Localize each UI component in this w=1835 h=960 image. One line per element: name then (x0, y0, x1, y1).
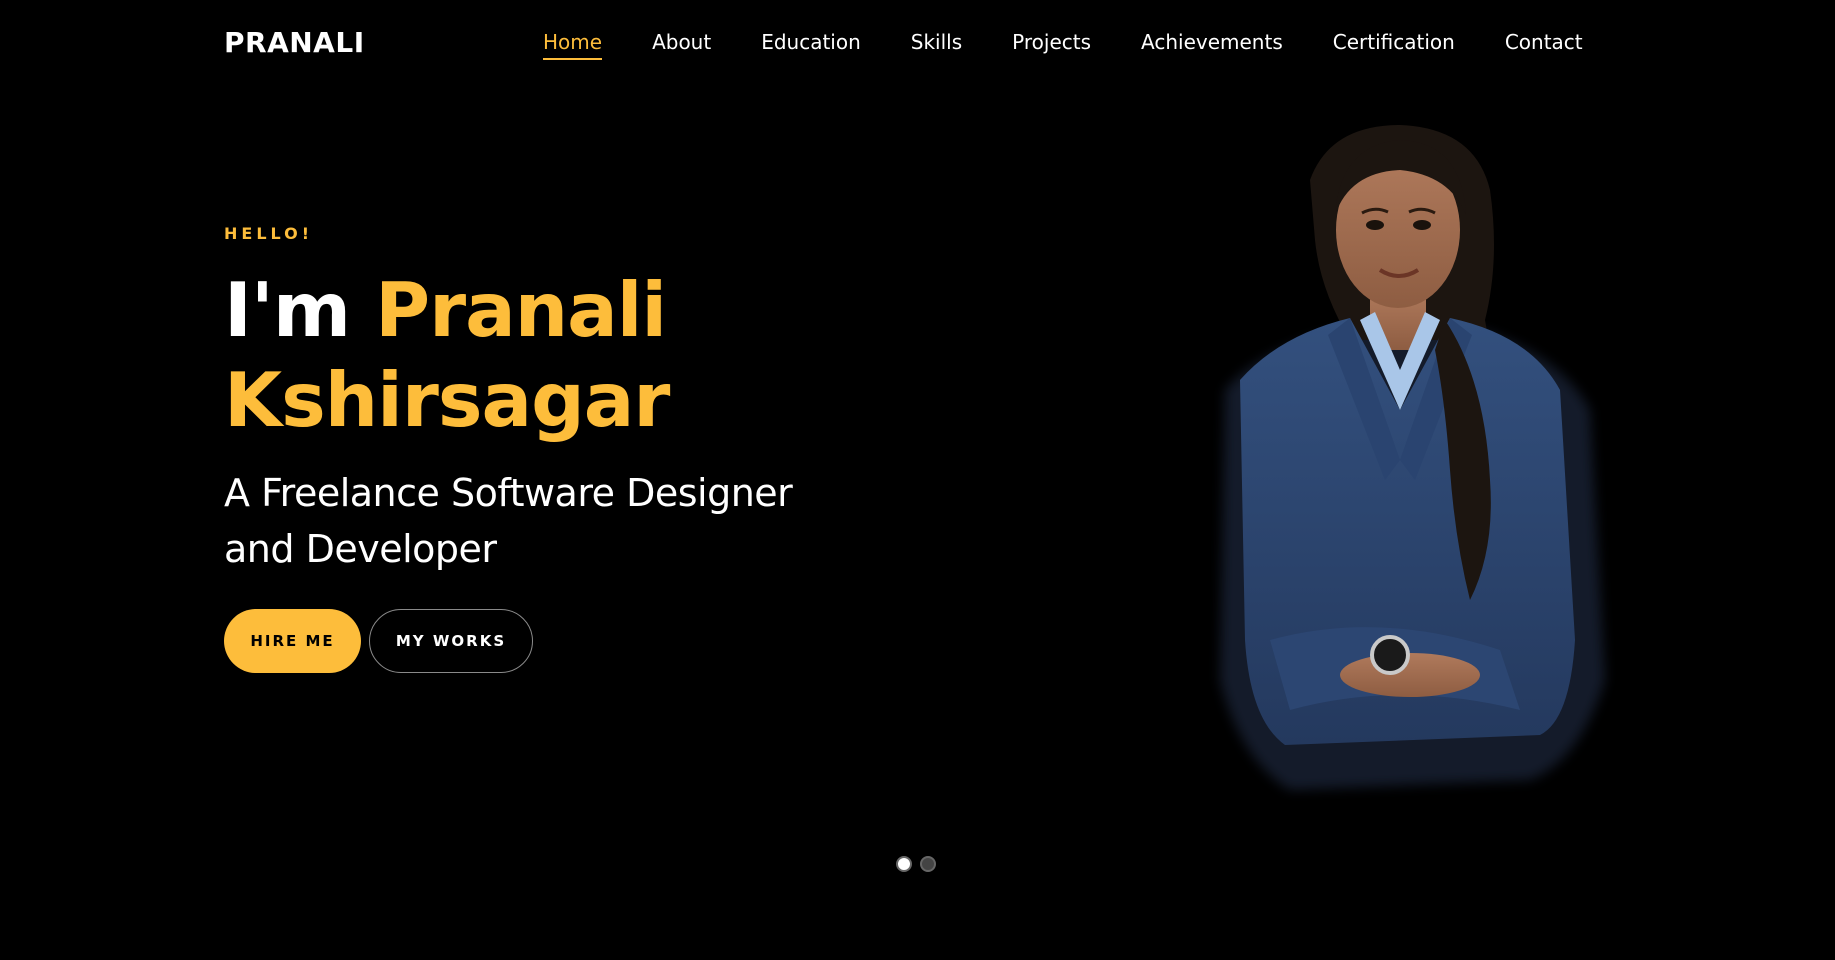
nav-certification[interactable]: Certification (1333, 30, 1455, 60)
nav-skills[interactable]: Skills (911, 30, 962, 60)
eye-right (1413, 220, 1431, 230)
brand-logo[interactable]: PRANALI (224, 26, 365, 59)
hero-headline: I'm Pranali Kshirsagar (224, 265, 924, 445)
nav-contact[interactable]: Contact (1505, 30, 1583, 60)
hire-me-button[interactable]: HIRE ME (224, 609, 361, 673)
headline-first-name: Pranali (375, 266, 667, 354)
nav-projects[interactable]: Projects (1012, 30, 1091, 60)
hero-buttons: HIRE ME MY WORKS (224, 609, 924, 673)
subtitle-line-2: and Developer (224, 527, 497, 571)
nav-home[interactable]: Home (543, 30, 603, 60)
hands-shape (1340, 653, 1480, 697)
nav-about[interactable]: About (652, 30, 711, 60)
eye-left (1366, 220, 1384, 230)
hero-subtitle: A Freelance Software Designer and Develo… (224, 465, 924, 577)
nav-education[interactable]: Education (761, 30, 861, 60)
headline-im: I'm (224, 266, 351, 354)
headline-last-name: Kshirsagar (224, 356, 670, 444)
profile-photo (1220, 125, 1605, 790)
site-header: PRANALI Home About Education Skills Proj… (0, 0, 1835, 90)
hero-page: PRANALI Home About Education Skills Proj… (0, 0, 1835, 960)
hero-greeting: HELLO! (224, 224, 314, 243)
watch-icon (1370, 635, 1410, 675)
my-works-button[interactable]: MY WORKS (369, 609, 533, 673)
carousel-dot-1[interactable] (896, 856, 912, 872)
carousel-dots (896, 856, 936, 872)
carousel-dot-2[interactable] (920, 856, 936, 872)
main-nav: Home About Education Skills Projects Ach… (543, 30, 1583, 60)
nav-achievements[interactable]: Achievements (1141, 30, 1283, 60)
subtitle-line-1: A Freelance Software Designer (224, 471, 793, 515)
hero-section: HELLO! I'm Pranali Kshirsagar A Freelanc… (224, 224, 924, 673)
